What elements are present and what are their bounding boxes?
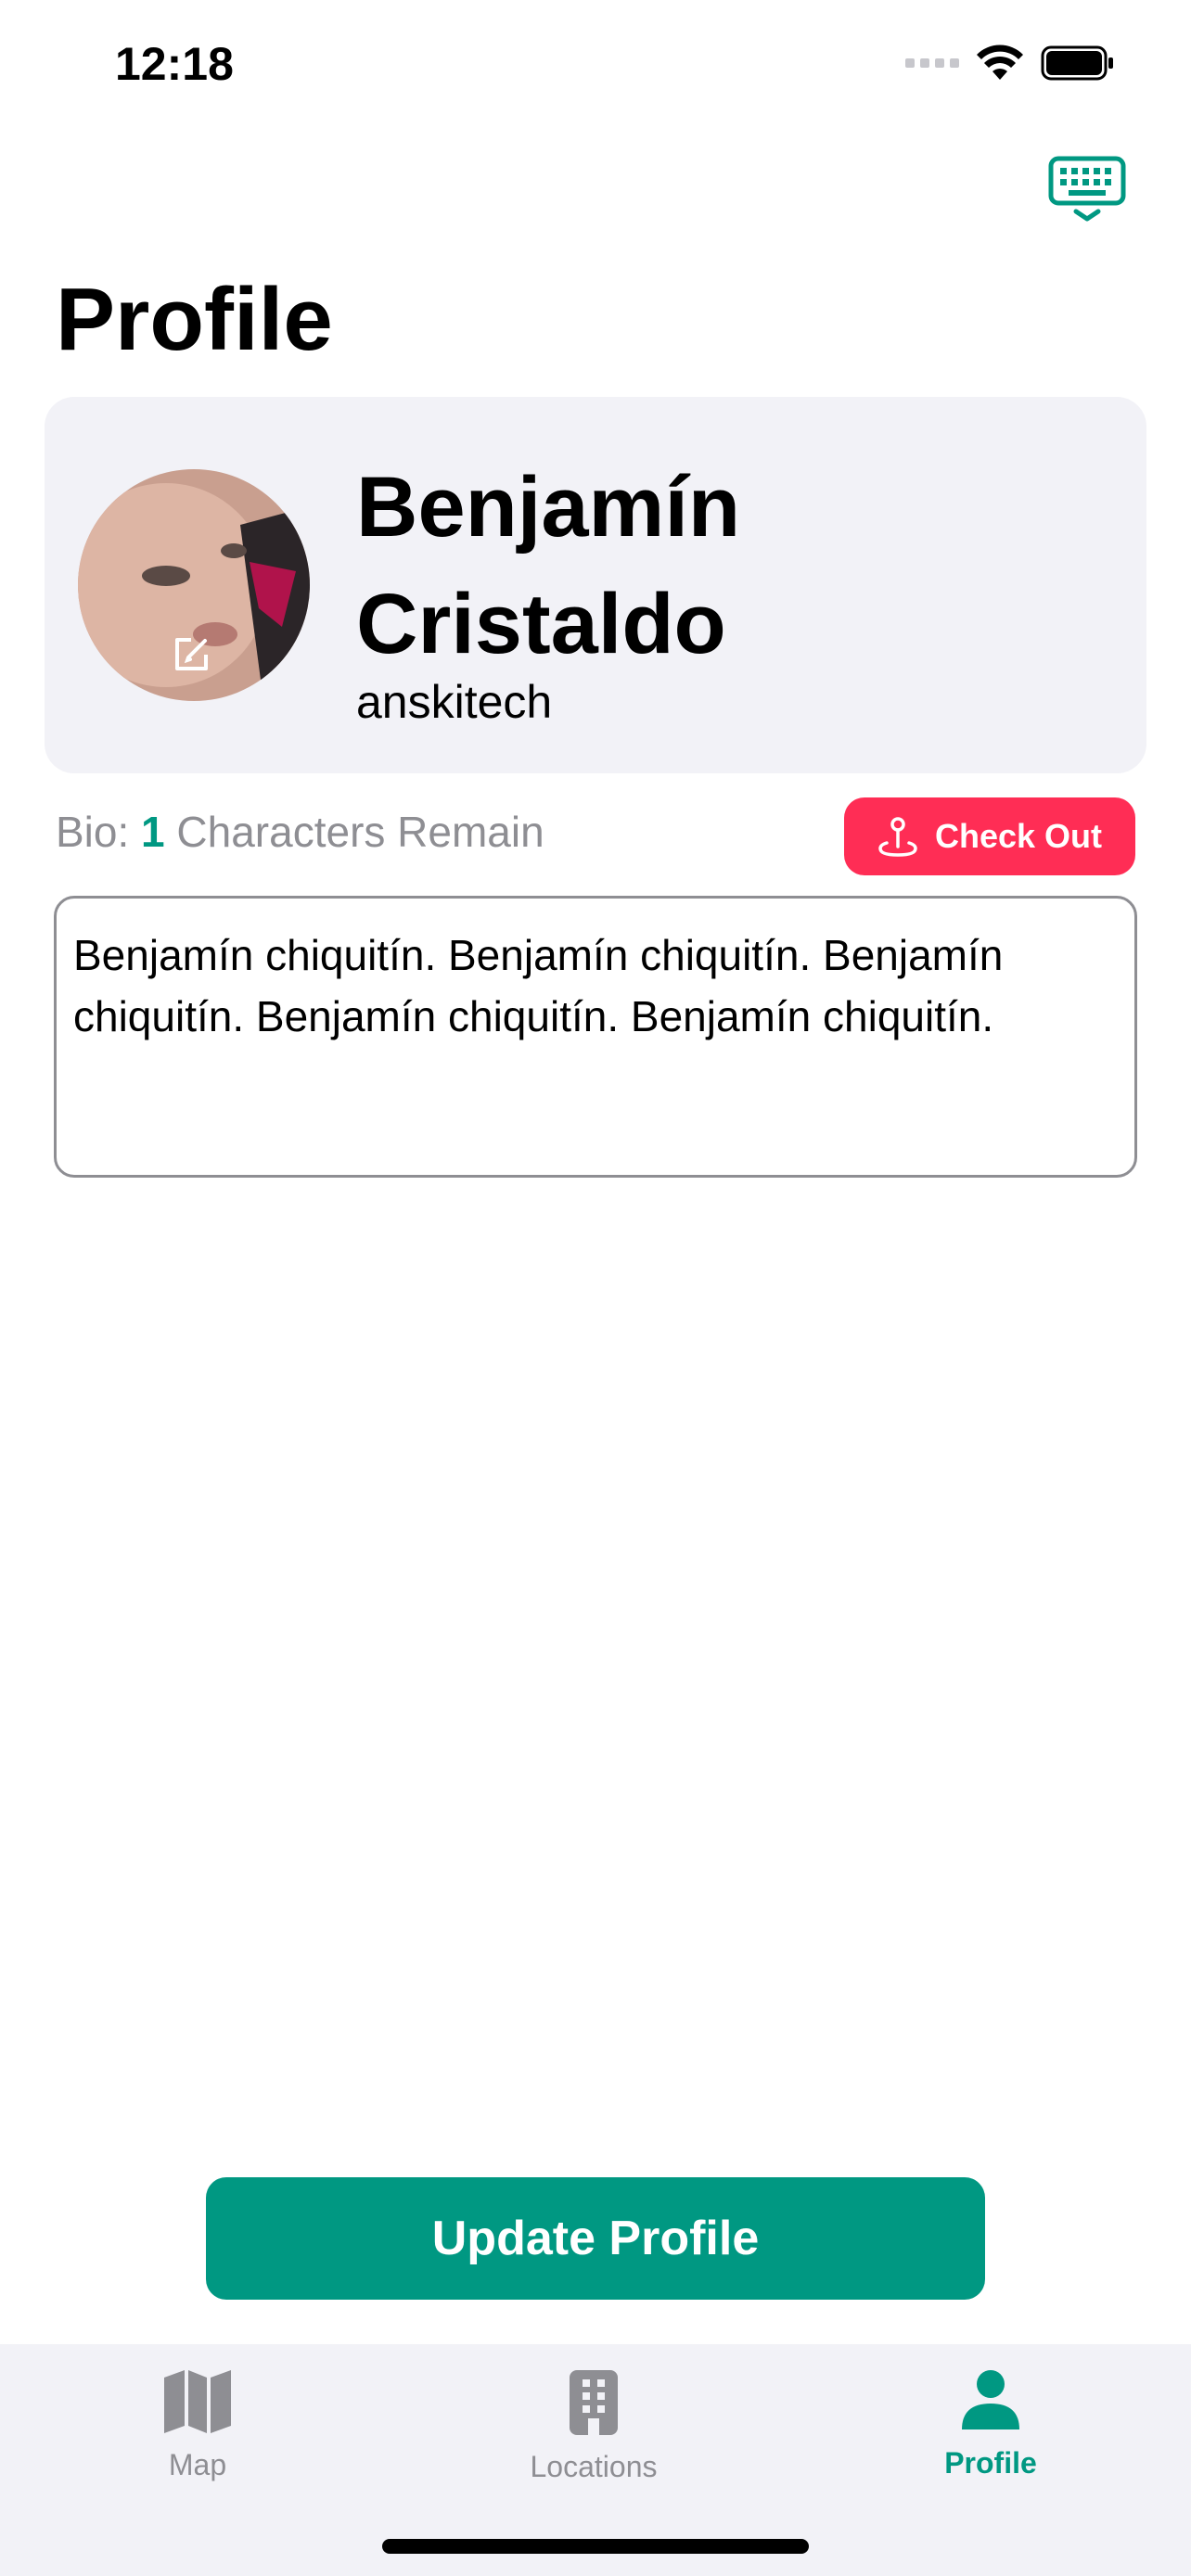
keyboard-icon	[1048, 156, 1126, 222]
tab-profile[interactable]: Profile	[870, 2368, 1111, 2480]
profile-username: anskitech	[356, 676, 553, 728]
bio-text: Benjamín chiquitín. Benjamín chiquitín. …	[73, 931, 1004, 1040]
signal-icon	[905, 58, 959, 68]
bio-textarea[interactable]: Benjamín chiquitín. Benjamín chiquitín. …	[54, 896, 1137, 1178]
location-pin-icon	[878, 817, 917, 857]
profile-first-name: Benjamín	[356, 460, 741, 555]
check-out-label: Check Out	[934, 817, 1103, 855]
bio-remaining-count: 1	[141, 808, 165, 856]
tab-locations-label: Locations	[530, 2450, 658, 2483]
battery-icon	[1041, 45, 1113, 81]
tab-profile-label: Profile	[944, 2446, 1037, 2480]
bio-remaining-text: Characters Remain	[176, 808, 544, 856]
check-out-button[interactable]: Check Out	[844, 797, 1135, 875]
update-profile-label: Update Profile	[431, 2212, 760, 2265]
home-indicator	[382, 2539, 809, 2554]
keyboard-dismiss-button[interactable]	[1048, 156, 1126, 223]
wifi-icon	[977, 45, 1023, 80]
edit-icon[interactable]	[171, 634, 211, 675]
building-icon	[570, 2370, 618, 2435]
profile-name: Benjamín Cristaldo	[356, 449, 1061, 682]
status-icons	[905, 45, 1115, 82]
status-time: 12:18	[115, 38, 234, 90]
page-title: Profile	[56, 270, 333, 369]
tab-locations[interactable]: Locations	[473, 2368, 714, 2484]
profile-card: Benjamín Cristaldo anskitech	[45, 397, 1146, 773]
update-profile-button[interactable]: Update Profile	[206, 2177, 985, 2300]
tab-map-label: Map	[168, 2448, 227, 2481]
person-icon	[962, 2370, 1019, 2429]
bio-counter: Bio: 1 Characters Remain	[56, 807, 544, 857]
map-icon	[164, 2370, 231, 2433]
bio-label: Bio:	[56, 808, 130, 856]
tab-map[interactable]: Map	[77, 2368, 318, 2482]
profile-last-name: Cristaldo	[356, 577, 726, 671]
avatar[interactable]	[78, 469, 310, 701]
